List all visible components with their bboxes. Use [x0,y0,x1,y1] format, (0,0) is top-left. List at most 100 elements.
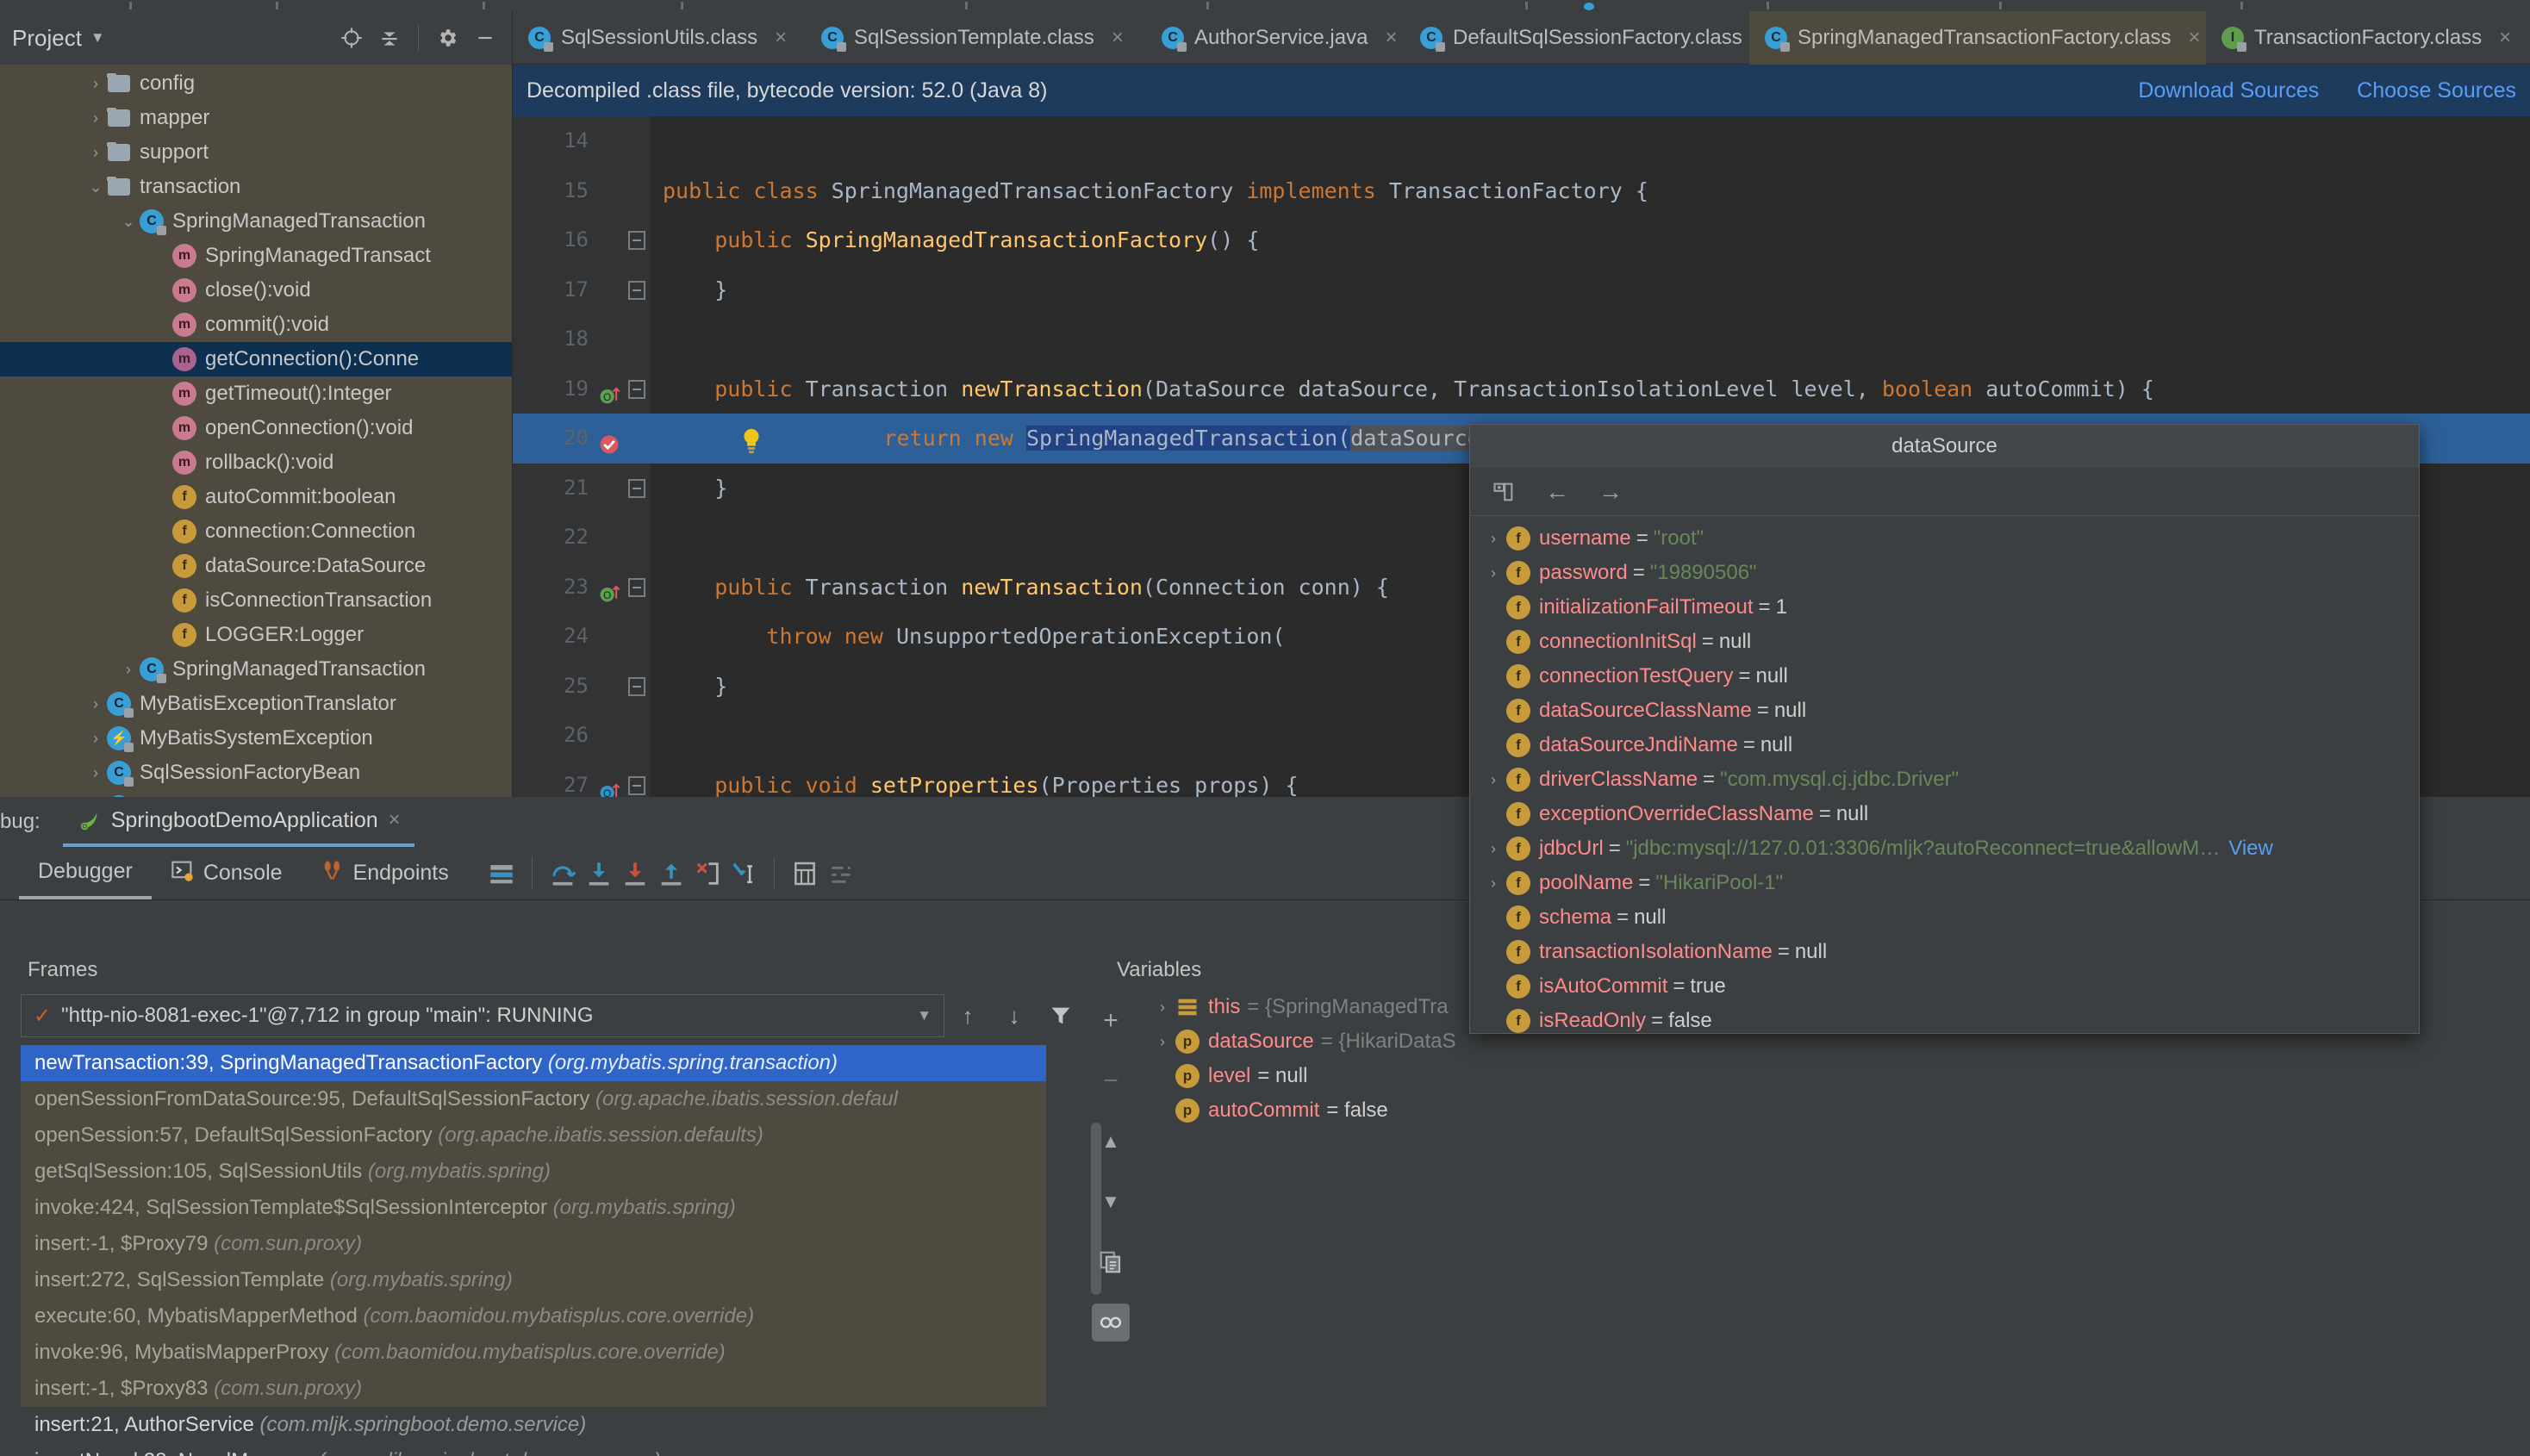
frame-row[interactable]: insert:-1, $Proxy79 (com.sun.proxy) [21,1226,1046,1262]
project-tree-item[interactable]: f connection:Connection [0,514,512,549]
code-fold-collapsed-icon[interactable] [628,676,645,696]
chevron-right-icon[interactable]: › [1480,564,1506,582]
chevron-right-icon[interactable]: › [84,730,107,748]
run-config-name[interactable]: SpringbootDemoApplication [111,808,378,833]
popup-variable-row[interactable]: › f jdbcUrl = "jdbc:mysql://127.0.01:3306/ml… [1470,831,2419,866]
gutter-line[interactable]: 17 [513,265,651,315]
gutter-line[interactable]: 24 [513,612,651,662]
project-tree-item[interactable]: ⌄ C SpringManagedTransaction [0,204,512,239]
collapse-all-icon[interactable] [375,23,404,53]
frame-row[interactable]: insertNovel:28, NovelManager (com.mljk.s… [21,1443,1046,1456]
project-tree-item[interactable]: f isConnectionTransaction [0,583,512,618]
close-icon[interactable]: × [2189,26,2201,50]
project-tree-item[interactable]: m close():void [0,273,512,308]
popup-variable-row[interactable]: f exceptionOverrideClassName = null [1470,797,2419,831]
frame-row[interactable]: invoke:424, SqlSessionTemplate$SqlSessio… [21,1190,1046,1226]
override-up-icon[interactable]: O [597,376,621,403]
tab-console[interactable]: Console [152,848,302,899]
frame-row[interactable]: getSqlSession:105, SqlSessionUtils (org.… [21,1154,1046,1190]
set-value-icon[interactable] [1489,477,1518,507]
layout-icon[interactable] [483,856,520,892]
code-line[interactable]: } [651,265,2530,315]
tab-debugger[interactable]: Debugger [19,848,152,899]
code-fold-expanded-icon[interactable] [628,775,645,795]
download-sources-link[interactable]: Download Sources [2138,78,2319,103]
gutter-line[interactable]: 20 [513,414,651,464]
project-tree-item[interactable]: m openConnection():void [0,411,512,445]
gutter-line[interactable]: 25 [513,662,651,712]
popup-variable-row[interactable]: f isReadOnly = false [1470,1004,2419,1038]
popup-variable-row[interactable]: f transactionIsolationName = null [1470,935,2419,969]
chevron-down-icon[interactable]: ▼ [917,1007,932,1024]
evaluate-icon[interactable] [787,856,823,892]
gutter-line[interactable]: 21 [513,464,651,513]
step-into-icon[interactable] [581,856,617,892]
gutter-line[interactable]: 27 O [513,761,651,797]
chevron-right-icon[interactable]: › [84,75,107,93]
gear-icon[interactable] [433,23,462,53]
project-tree-item[interactable]: f LOGGER:Logger [0,618,512,652]
popup-variable-row[interactable]: › f username = "root" [1470,521,2419,556]
variables-list[interactable]: › this = {SpringManagedTra › p dataSource = … [1137,990,2530,1456]
up-arrow-icon[interactable]: ↑ [944,1003,991,1030]
copy-icon[interactable] [1092,1243,1130,1281]
project-tree-item[interactable]: m commit():void [0,308,512,342]
thread-select[interactable]: ✓ "http-nio-8081-exec-1"@7,712 in group … [21,994,944,1037]
frame-row[interactable]: execute:60, MybatisMapperMethod (com.bao… [21,1298,1046,1335]
project-tree-item[interactable]: › support [0,135,512,170]
force-step-into-icon[interactable] [617,856,653,892]
editor-gutter[interactable]: 141516171819O20212223O24252627O28 [513,116,651,797]
chevron-right-icon[interactable]: › [84,109,107,128]
frame-row[interactable]: insert:272, SqlSessionTemplate (org.myba… [21,1262,1046,1298]
project-tree-item[interactable]: › C MyBatisExceptionTranslator [0,687,512,721]
project-tree-item[interactable]: m getTimeout():Integer [0,376,512,411]
popup-variable-row[interactable]: › f password = "19890506" [1470,556,2419,590]
chevron-right-icon[interactable]: › [1480,771,1506,789]
filter-icon[interactable] [1038,1004,1084,1028]
chevron-down-icon[interactable]: ⌄ [117,213,140,231]
project-tool-window[interactable]: Project ▼ › config › mapper › support ⌄ transac… [0,11,513,797]
code-fold-expanded-icon[interactable] [628,379,645,399]
project-tree-item[interactable]: f dataSource:DataSource [0,549,512,583]
frame-row[interactable]: insert:21, AuthorService (com.mljk.sprin… [21,1407,1046,1443]
frame-row[interactable]: openSessionFromDataSource:95, DefaultSql… [21,1081,1046,1117]
popup-variable-row[interactable]: › f poolName = "HikariPool-1" [1470,866,2419,900]
popup-variable-row[interactable]: › f driverClassName = "com.mysql.cj.jdbc.Dri… [1470,762,2419,797]
project-tree-item[interactable]: › ⚡ MyBatisSystemException [0,721,512,756]
editor-tab-5[interactable]: I TransactionFactory.class × [2206,11,2521,65]
close-icon[interactable]: × [389,808,401,832]
move-down-icon[interactable]: ▼ [1092,1183,1130,1221]
override-up-icon[interactable]: O [597,575,621,601]
editor-tab-2[interactable]: C AuthorService.java × [1146,11,1405,65]
popup-toolbar[interactable]: ← → [1470,468,2419,516]
move-up-icon[interactable]: ▲ [1092,1123,1130,1160]
code-fold-collapsed-icon[interactable] [628,478,645,498]
gutter-line[interactable]: 15 [513,166,651,216]
variable-row[interactable]: p level = null [1137,1059,2530,1093]
down-arrow-icon[interactable]: ↓ [991,1003,1038,1030]
gutter-line[interactable]: 19 O [513,364,651,414]
breakpoint-hit-icon[interactable] [597,426,621,454]
project-tree-item[interactable]: › mapper [0,101,512,135]
gutter-line[interactable]: 18 [513,314,651,364]
run-to-cursor-icon[interactable] [726,856,762,892]
project-tree-item[interactable]: m rollback():void [0,445,512,480]
project-tree-item[interactable]: › C SqlSessionFactoryBean [0,756,512,790]
project-tree-item[interactable]: m getConnection():Conne [0,342,512,376]
popup-variable-row[interactable]: f initializationFailTimeout = 1 [1470,590,2419,625]
variable-row[interactable]: p autoCommit = false [1137,1093,2530,1128]
view-value-link[interactable]: View [2228,837,2273,861]
chevron-right-icon[interactable]: › [117,661,140,679]
popup-variable-row[interactable]: f dataSourceClassName = null [1470,694,2419,728]
code-line[interactable] [651,314,2530,364]
close-icon[interactable]: × [1385,26,1397,50]
chevron-right-icon[interactable]: › [84,695,107,713]
editor-tab-0[interactable]: C SqlSessionUtils.class × [513,11,806,65]
code-line[interactable]: public Transaction newTransaction(DataSo… [651,364,2530,414]
code-line[interactable]: public class SpringManagedTransactionFac… [651,166,2530,216]
frame-row[interactable]: insert:-1, $Proxy83 (com.sun.proxy) [21,1371,1046,1407]
project-tree-item[interactable]: ›CSqlSessionHolder [0,790,512,797]
gutter-line[interactable]: 26 [513,711,651,761]
watches-icon[interactable] [1092,1304,1130,1341]
chevron-down-icon[interactable]: ⌄ [84,178,107,196]
